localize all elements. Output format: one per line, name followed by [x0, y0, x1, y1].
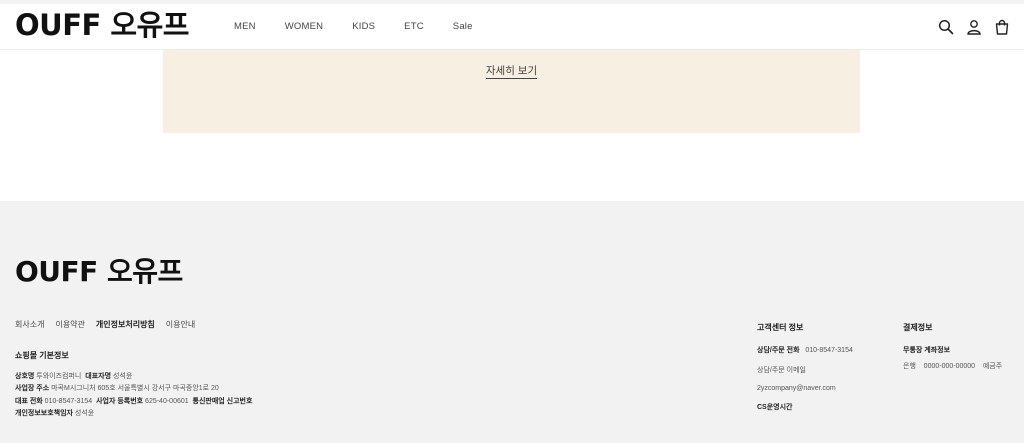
footer-links: 회사소개 이용약관 개인정보처리방침 이용안내 [15, 319, 206, 330]
cs-title: 고객센터 정보 [757, 323, 804, 332]
account-holder: 예금주 [982, 363, 1003, 370]
bizno-label: 사업자 등록번호 [96, 397, 144, 405]
address-label: 사업장 주소 [15, 385, 50, 392]
bizno-value: 625-40-00601 [145, 397, 189, 405]
cs-hours-text: CS운영시간 [757, 404, 793, 411]
shop-info-row-address: 사업장 주소 마곡M시그니처 605호 서울특별시 강서구 마곡중앙1로 20 [15, 383, 252, 396]
footer-logo[interactable]: OUFF 오유프 [15, 254, 183, 290]
footer-link-terms[interactable]: 이용약관 [55, 319, 84, 330]
payment-title: 결제정보 [903, 323, 933, 332]
privacy-officer-label: 개인정보보호책임자 [15, 410, 73, 417]
shop-info: 쇼핑몰 기본정보 상호명 투와이즈컴퍼니 대표자명 성석윤 사업장 주소 마곡M… [15, 350, 252, 421]
bank-value: 은행 [903, 363, 916, 370]
nav-sale[interactable]: Sale [453, 21, 473, 32]
cs-email-value[interactable]: 2yzcompany@naver.com [757, 385, 853, 392]
cs-center: 고객센터 정보 상담/주문 전화 010-8547-3154 상담/주문 이메일… [757, 322, 853, 422]
company-value: 투와이즈컴퍼니 [36, 372, 82, 380]
privacy-officer-value: 성석윤 [74, 410, 95, 417]
user-icon[interactable] [966, 19, 982, 35]
ceo-value: 성석윤 [112, 372, 133, 380]
view-details-label: 자세히 보기 [485, 65, 538, 79]
ceo-label: 대표자명 [85, 372, 112, 380]
cs-hours-label: CS운영시간 [757, 402, 853, 412]
account-number: 0000-000-00000 [923, 363, 976, 370]
cs-phone-row: 상담/주문 전화 010-8547-3154 [757, 345, 853, 355]
nav-men[interactable]: MEN [234, 21, 256, 32]
company-label: 상호명 [15, 372, 35, 380]
shop-info-row-privacy: 개인정보보호책임자 성석윤 [15, 408, 252, 421]
bag-icon[interactable] [994, 19, 1010, 35]
cs-phone-label: 상담/주문 전화 [757, 347, 800, 354]
promo-banner: 자세히 보기 [163, 50, 860, 133]
phone-value: 010-8547-3154 [44, 397, 93, 405]
address-value: 마곡M시그니처 605호 서울특별시 강서구 마곡중앙1로 20 [51, 385, 219, 392]
main-nav: MEN WOMEN KIDS ETC Sale [234, 21, 502, 32]
account-row: 은행 0000-000-00000 예금주 [903, 361, 1002, 371]
account-label-text: 무통장 계좌정보 [903, 347, 951, 354]
nav-kids[interactable]: KIDS [352, 21, 375, 32]
nav-etc[interactable]: ETC [404, 21, 424, 32]
search-icon[interactable] [938, 19, 954, 35]
site-logo[interactable]: OUFF 오유프 [15, 7, 189, 43]
shop-info-row-phone: 대표 전화 010-8547-3154 사업자 등록번호 625-40-0060… [15, 396, 252, 409]
ecommerce-label: 통신판매업 신고번호 [192, 397, 253, 405]
shop-info-row-company: 상호명 투와이즈컴퍼니 대표자명 성석윤 [15, 371, 252, 384]
site-footer: OUFF 오유프 회사소개 이용약관 개인정보처리방침 이용안내 쇼핑몰 기본정… [0, 201, 1024, 443]
payment-info: 결제정보 무통장 계좌정보 은행 0000-000-00000 예금주 [903, 322, 1002, 377]
view-details-link[interactable]: 자세히 보기 [163, 63, 860, 79]
shop-info-title: 쇼핑몰 기본정보 [15, 351, 69, 360]
footer-link-about[interactable]: 회사소개 [15, 319, 44, 330]
header-icons [938, 19, 1010, 35]
site-header: OUFF 오유프 MEN WOMEN KIDS ETC Sale [0, 4, 1024, 50]
cs-phone-value[interactable]: 010-8547-3154 [805, 347, 853, 354]
account-label: 무통장 계좌정보 [903, 345, 1002, 355]
nav-women[interactable]: WOMEN [285, 21, 323, 32]
phone-label: 대표 전화 [15, 397, 43, 405]
cs-email-label: 상담/주문 이메일 [757, 367, 806, 374]
footer-link-privacy[interactable]: 개인정보처리방침 [96, 319, 155, 330]
footer-link-guide[interactable]: 이용안내 [166, 319, 195, 330]
